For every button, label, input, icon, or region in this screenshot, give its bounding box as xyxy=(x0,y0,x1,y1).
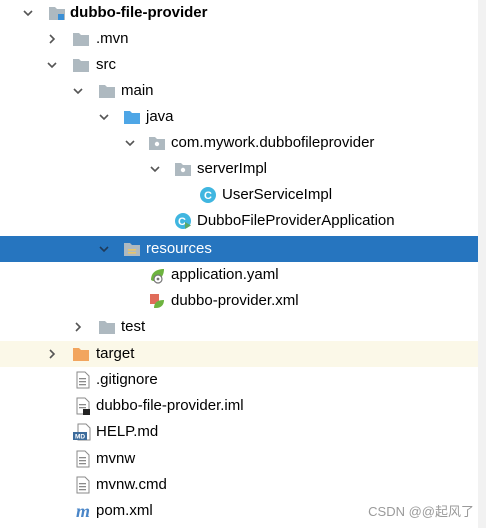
watermark: CSDN @@起风了 xyxy=(368,504,474,519)
tree-label: serverImpl xyxy=(197,160,268,177)
tree-row-mvn[interactable]: .mvn xyxy=(0,26,478,52)
tree-label: test xyxy=(121,318,146,335)
class-icon: C xyxy=(199,186,217,204)
package-icon xyxy=(174,160,192,178)
tree-row-mvnw[interactable]: mvnw xyxy=(0,446,478,472)
tree-label: src xyxy=(96,56,116,73)
tree-label: HELP.md xyxy=(96,423,159,440)
folder-icon xyxy=(98,318,116,336)
tree-label: .gitignore xyxy=(96,371,158,388)
chevron-down-icon[interactable] xyxy=(122,130,138,156)
spring-config-icon xyxy=(148,266,166,284)
module-folder-icon xyxy=(48,4,66,22)
tree-row-iml[interactable]: dubbo-file-provider.iml xyxy=(0,393,478,419)
excluded-folder-icon xyxy=(72,345,90,363)
folder-icon xyxy=(72,30,90,48)
source-root-folder-icon xyxy=(123,108,141,126)
tree-label: mvnw xyxy=(96,450,136,467)
tree-label: com.mywork.dubbofileprovider xyxy=(171,134,375,151)
chevron-down-icon[interactable] xyxy=(96,104,112,130)
tree-label: dubbo-provider.xml xyxy=(171,292,299,309)
tree-row-userserviceimpl[interactable]: C UserServiceImpl xyxy=(0,182,478,208)
tree-label: dubbo-file-provider.iml xyxy=(96,397,244,414)
package-icon xyxy=(148,134,166,152)
tree-row-application-yaml[interactable]: application.yaml xyxy=(0,262,478,288)
svg-text:MD: MD xyxy=(75,434,85,441)
svg-text:C: C xyxy=(178,216,186,228)
chevron-down-icon[interactable] xyxy=(44,52,60,78)
text-file-icon xyxy=(74,476,92,494)
tree-row-src[interactable]: src xyxy=(0,52,478,78)
vertical-scrollbar[interactable] xyxy=(478,0,486,528)
tree-label: UserServiceImpl xyxy=(222,186,333,203)
spring-boot-class-icon: C xyxy=(174,212,192,230)
tree-row-resources[interactable]: resources xyxy=(0,236,478,262)
project-tree: dubbo-file-provider .mvn src main java c… xyxy=(0,0,478,528)
chevron-right-icon[interactable] xyxy=(44,341,60,367)
text-file-icon xyxy=(74,371,92,389)
chevron-down-icon[interactable] xyxy=(20,0,36,26)
tree-row-package-dubbofileprovider[interactable]: com.mywork.dubbofileprovider xyxy=(0,130,478,156)
folder-icon xyxy=(98,82,116,100)
text-file-icon xyxy=(74,450,92,468)
iml-file-icon xyxy=(74,397,92,415)
tree-row-dubbo-file-provider[interactable]: dubbo-file-provider xyxy=(0,0,478,26)
chevron-down-icon[interactable] xyxy=(96,236,112,262)
tree-row-main[interactable]: main xyxy=(0,78,478,104)
tree-label: java xyxy=(146,108,174,125)
chevron-down-icon[interactable] xyxy=(147,156,163,182)
svg-text:m: m xyxy=(76,502,90,520)
resources-folder-icon xyxy=(123,240,141,258)
chevron-right-icon[interactable] xyxy=(70,314,86,340)
tree-row-target[interactable]: target xyxy=(0,341,478,367)
maven-icon: m xyxy=(73,501,91,521)
markdown-file-icon: MD xyxy=(73,423,91,441)
tree-row-help-md[interactable]: MD HELP.md xyxy=(0,419,478,445)
tree-row-dubbofileproviderapplication[interactable]: C DubboFileProviderApplication xyxy=(0,208,478,234)
tree-row-serverimpl[interactable]: serverImpl xyxy=(0,156,478,182)
tree-row-test[interactable]: test xyxy=(0,314,478,340)
tree-label: application.yaml xyxy=(171,266,279,283)
chevron-down-icon[interactable] xyxy=(70,78,86,104)
tree-label: resources xyxy=(146,240,212,257)
tree-label: pom.xml xyxy=(96,502,153,519)
svg-text:C: C xyxy=(204,190,212,202)
folder-icon xyxy=(72,56,90,74)
tree-label: mvnw.cmd xyxy=(96,476,167,493)
tree-row-gitignore[interactable]: .gitignore xyxy=(0,367,478,393)
spring-xml-icon xyxy=(148,292,166,310)
tree-row-dubbo-provider-xml[interactable]: dubbo-provider.xml xyxy=(0,288,478,314)
tree-label: DubboFileProviderApplication xyxy=(197,212,395,229)
tree-label: target xyxy=(96,345,135,362)
tree-label: dubbo-file-provider xyxy=(70,4,208,21)
tree-row-java[interactable]: java xyxy=(0,104,478,130)
tree-label: main xyxy=(121,82,154,99)
tree-label: .mvn xyxy=(96,30,129,47)
chevron-right-icon[interactable] xyxy=(44,26,60,52)
tree-row-mvnw-cmd[interactable]: mvnw.cmd xyxy=(0,472,478,498)
